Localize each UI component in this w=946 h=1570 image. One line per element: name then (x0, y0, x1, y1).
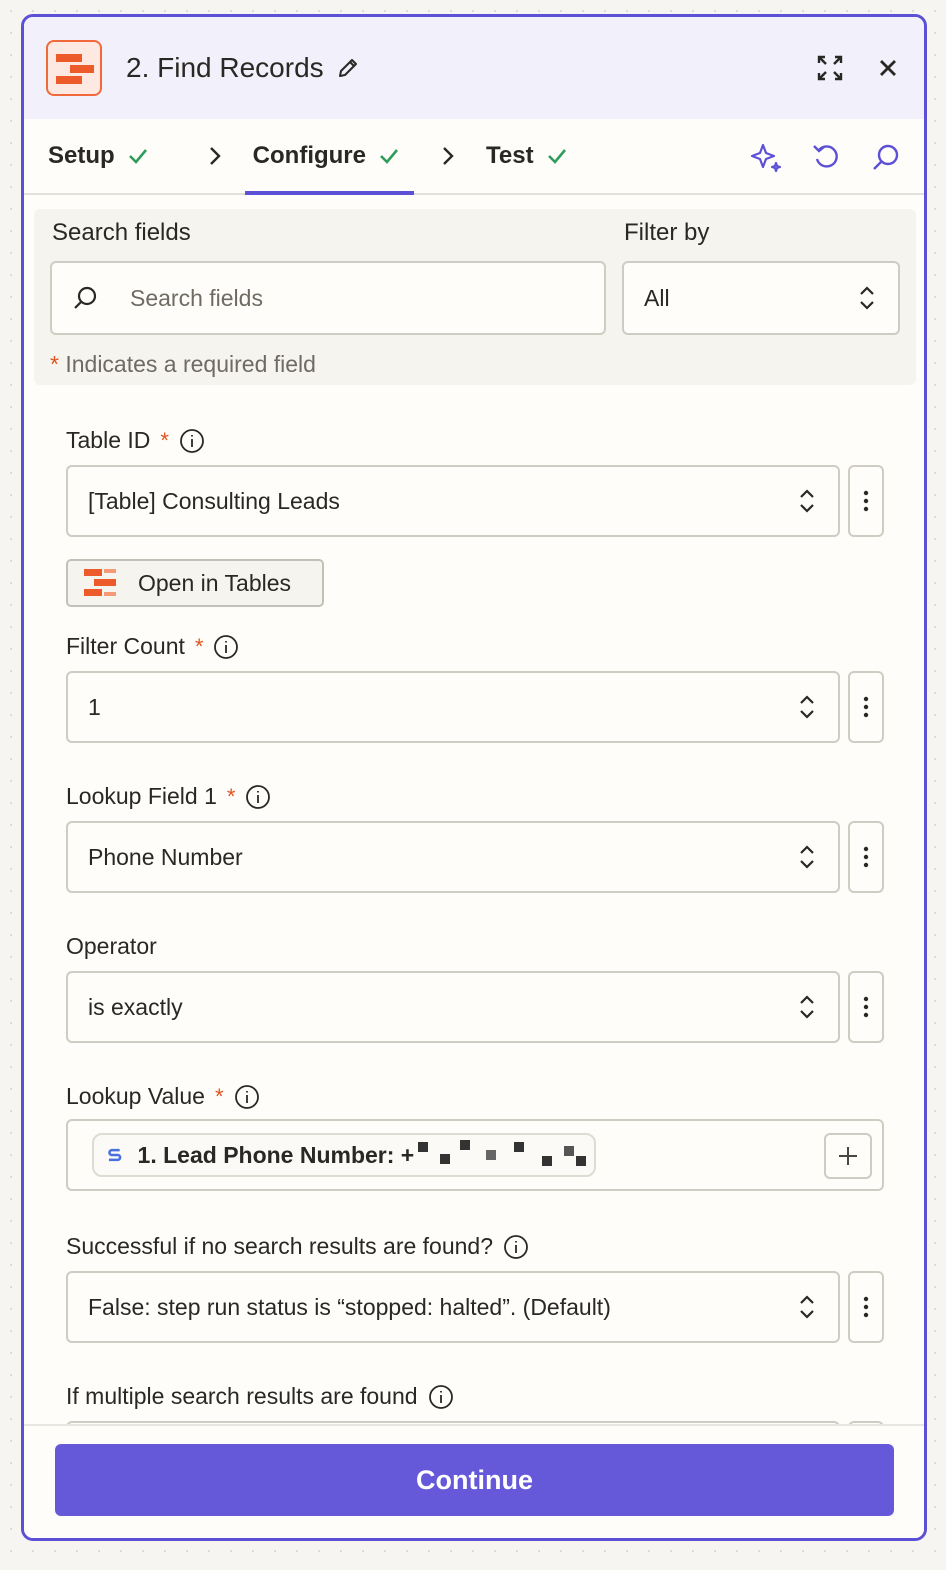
expand-icon[interactable] (816, 54, 844, 82)
operator-select[interactable]: is exactly (66, 971, 840, 1043)
undo-icon[interactable] (810, 141, 842, 173)
chevron-updown-icon (860, 286, 874, 310)
table-id-select[interactable]: [Table] Consulting Leads (66, 465, 840, 537)
required-star: * (50, 351, 59, 377)
chevron-updown-icon (800, 489, 814, 513)
chevron-right-icon (209, 147, 221, 165)
filter-count-select[interactable]: 1 (66, 671, 840, 743)
info-icon[interactable] (234, 1084, 260, 1110)
multiple-results-label: If multiple search results are found (66, 1383, 454, 1410)
lookup-field-label: Lookup Field 1 * (66, 783, 271, 810)
plus-icon (839, 1147, 857, 1165)
chevron-updown-icon (800, 995, 814, 1019)
search-input[interactable] (128, 283, 552, 313)
field-label-text: Lookup Field 1 (66, 783, 217, 809)
sms-app-icon (108, 1148, 122, 1162)
search-fields-label: Search fields (52, 219, 191, 246)
tab-label: Setup (48, 142, 115, 169)
table-id-value: [Table] Consulting Leads (88, 487, 340, 514)
filter-count-value: 1 (88, 693, 101, 720)
search-fields-input-box[interactable] (50, 261, 606, 335)
field-label-text: If multiple search results are found (66, 1383, 418, 1409)
operator-label: Operator (66, 933, 157, 960)
info-icon[interactable] (245, 784, 271, 810)
step-tabs: Setup Configure Test (24, 119, 924, 195)
check-icon (380, 149, 398, 164)
tables-logo-icon (46, 40, 102, 96)
chevron-updown-icon (800, 695, 814, 719)
success-if-none-options-button[interactable] (848, 1271, 884, 1343)
required-note: * Indicates a required field (50, 351, 316, 378)
success-if-none-label: Successful if no search results are foun… (66, 1233, 529, 1260)
info-icon[interactable] (428, 1384, 454, 1410)
check-icon (128, 149, 147, 164)
pencil-icon[interactable] (336, 56, 360, 80)
info-icon[interactable] (179, 428, 205, 454)
tab-label: Configure (252, 142, 366, 169)
required-note-text: Indicates a required field (65, 351, 316, 377)
operator-value: is exactly (88, 993, 183, 1020)
tab-test[interactable]: Test (486, 118, 568, 194)
field-label-text: Operator (66, 933, 157, 959)
step-title: 2. Find Records (126, 52, 324, 83)
panel-header: 2. Find Records (24, 17, 924, 119)
filter-count-label: Filter Count * (66, 633, 239, 660)
redacted-value (416, 1138, 587, 1172)
kebab-icon (863, 996, 869, 1018)
filter-by-label: Filter by (624, 219, 710, 246)
table-id-label: Table ID * (66, 427, 205, 454)
panel-footer: Continue (24, 1424, 924, 1538)
tab-configure[interactable]: Configure (244, 118, 415, 195)
open-in-tables-button[interactable]: Open in Tables (66, 559, 324, 607)
search-filter-block: Search fields Filter by All * Indicates … (34, 209, 916, 385)
lookup-field-select[interactable]: Phone Number (66, 821, 840, 893)
kebab-icon (863, 490, 869, 512)
operator-options-button[interactable] (848, 971, 884, 1043)
sparkle-icon[interactable] (750, 141, 782, 173)
lookup-field-value: Phone Number (88, 843, 243, 870)
success-if-none-select[interactable]: False: step run status is “stopped: halt… (66, 1271, 840, 1343)
chevron-updown-icon (800, 845, 814, 869)
add-field-button[interactable] (824, 1133, 872, 1179)
chevron-updown-icon (800, 1295, 814, 1319)
search-icon[interactable] (870, 141, 902, 173)
field-label-text: Lookup Value (66, 1083, 205, 1109)
open-in-tables-label: Open in Tables (138, 569, 292, 596)
kebab-icon (863, 846, 869, 868)
close-icon[interactable] (874, 54, 902, 82)
mapped-field-text: 1. Lead Phone Number: + (137, 1141, 415, 1168)
required-star: * (226, 783, 236, 809)
table-id-options-button[interactable] (848, 465, 884, 537)
field-label-text: Table ID (66, 427, 151, 453)
filter-by-value: All (644, 284, 670, 311)
lookup-field-options-button[interactable] (848, 821, 884, 893)
filter-by-select[interactable]: All (622, 261, 900, 335)
tables-logo-icon (84, 569, 116, 596)
info-icon[interactable] (503, 1234, 529, 1260)
check-icon (547, 149, 566, 164)
filter-count-options-button[interactable] (848, 671, 884, 743)
step-editor-panel: 2. Find Records Setup Configure Test Sea… (21, 14, 927, 1541)
mapped-field-pill[interactable]: 1. Lead Phone Number: + (92, 1133, 596, 1177)
tab-label: Test (486, 142, 534, 169)
required-star: * (160, 427, 169, 453)
info-icon[interactable] (213, 634, 239, 660)
chevron-right-icon (443, 147, 454, 165)
lookup-value-label: Lookup Value * (66, 1083, 260, 1110)
required-star: * (214, 1083, 224, 1109)
kebab-icon (863, 696, 869, 718)
continue-button[interactable]: Continue (55, 1444, 894, 1516)
success-if-none-value: False: step run status is “stopped: halt… (88, 1293, 611, 1320)
field-label-text: Successful if no search results are foun… (66, 1233, 494, 1259)
field-label-text: Filter Count (66, 633, 185, 659)
required-star: * (194, 633, 204, 659)
kebab-icon (863, 1296, 869, 1318)
lookup-value-input[interactable]: 1. Lead Phone Number: + (66, 1119, 884, 1191)
search-icon (74, 286, 97, 309)
tab-setup[interactable]: Setup (48, 118, 149, 194)
